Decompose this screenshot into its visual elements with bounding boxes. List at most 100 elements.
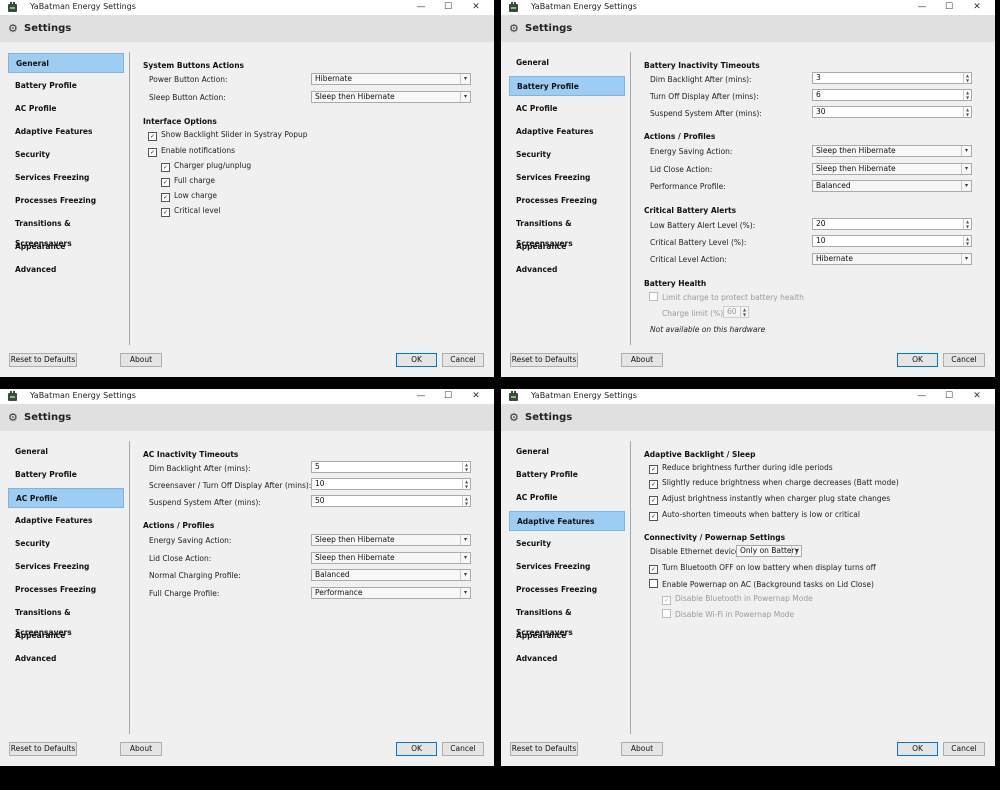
enable-notifications-checkbox[interactable]: ✓ Enable notifications bbox=[148, 146, 235, 157]
low-alert-spinbox[interactable]: 20 ▲ ▼ bbox=[812, 218, 972, 230]
reset-defaults-button[interactable]: Reset to Defaults bbox=[510, 353, 578, 367]
critical-action-select[interactable]: Hibernate ▾ bbox=[812, 253, 972, 265]
nav-item-services-freezing[interactable]: Services Freezing bbox=[8, 557, 124, 577]
maximize-button[interactable]: ☐ bbox=[934, 0, 964, 15]
auto-shorten-checkbox[interactable]: ✓ Auto-shorten timeouts when battery is l… bbox=[649, 510, 860, 521]
reset-defaults-button[interactable]: Reset to Defaults bbox=[9, 742, 77, 756]
full-charge-checkbox[interactable]: ✓ Full charge bbox=[161, 176, 215, 187]
spin-arrows-icon[interactable]: ▲ ▼ bbox=[963, 236, 971, 246]
title-bar[interactable]: YaBatman Energy Settings — ☐ ✕ bbox=[501, 389, 995, 404]
lid-close-select[interactable]: Sleep then Hibernate ▾ bbox=[311, 552, 471, 564]
nav-item-adaptive-features[interactable]: Adaptive Features bbox=[8, 122, 124, 142]
critical-level-spinbox[interactable]: 10 ▲ ▼ bbox=[812, 235, 972, 247]
nav-item-transitions-screensavers[interactable]: Transitions & Screensavers bbox=[509, 603, 625, 637]
dim-backlight-spinbox[interactable]: 3 ▲ ▼ bbox=[812, 72, 972, 84]
full-charge-profile-select[interactable]: Performance ▾ bbox=[311, 587, 471, 599]
title-bar[interactable]: YaBatman Energy Settings — ☐ ✕ bbox=[0, 389, 494, 404]
spin-arrows-icon[interactable]: ▲ ▼ bbox=[963, 107, 971, 117]
nav-item-adaptive-features[interactable]: Adaptive Features bbox=[509, 122, 625, 142]
minimize-button[interactable]: — bbox=[406, 389, 436, 404]
nav-item-ac-profile[interactable]: AC Profile bbox=[8, 99, 124, 119]
nav-item-appearance[interactable]: Appearance bbox=[509, 237, 625, 257]
screensaver-spinbox[interactable]: 10 ▲ ▼ bbox=[311, 478, 471, 490]
nav-item-security[interactable]: Security bbox=[509, 534, 625, 554]
nav-item-battery-profile[interactable]: Battery Profile bbox=[509, 465, 625, 485]
suspend-system-spinbox[interactable]: 30 ▲ ▼ bbox=[812, 106, 972, 118]
spin-arrows-icon[interactable]: ▲ ▼ bbox=[462, 496, 470, 506]
close-button[interactable]: ✕ bbox=[461, 0, 491, 15]
nav-item-transitions-screensavers[interactable]: Transitions & Screensavers bbox=[509, 214, 625, 248]
nav-item-security[interactable]: Security bbox=[8, 534, 124, 554]
ok-button[interactable]: OK bbox=[396, 353, 437, 367]
cancel-button[interactable]: Cancel bbox=[442, 353, 484, 367]
nav-item-general[interactable]: General bbox=[509, 53, 625, 73]
energy-saving-select[interactable]: Sleep then Hibernate ▾ bbox=[311, 534, 471, 546]
nav-item-advanced[interactable]: Advanced bbox=[509, 260, 625, 280]
dim-backlight-spinbox[interactable]: 5 ▲ ▼ bbox=[311, 461, 471, 473]
nav-item-battery-profile[interactable]: Battery Profile bbox=[8, 76, 124, 96]
reset-defaults-button[interactable]: Reset to Defaults bbox=[9, 353, 77, 367]
nav-item-general[interactable]: General bbox=[8, 53, 124, 73]
nav-item-transitions-screensavers[interactable]: Transitions & Screensavers bbox=[8, 214, 124, 248]
bluetooth-off-checkbox[interactable]: ✓ Turn Bluetooth OFF on low battery when … bbox=[649, 563, 876, 574]
minimize-button[interactable]: — bbox=[907, 389, 937, 404]
minimize-button[interactable]: — bbox=[907, 0, 937, 15]
sleep-button-action-select[interactable]: Sleep then Hibernate ▾ bbox=[311, 91, 471, 103]
nav-item-transitions-screensavers[interactable]: Transitions & Screensavers bbox=[8, 603, 124, 637]
reduce-idle-checkbox[interactable]: ✓ Reduce brightness further during idle p… bbox=[649, 463, 833, 474]
about-button[interactable]: About bbox=[120, 353, 162, 367]
nav-item-services-freezing[interactable]: Services Freezing bbox=[8, 168, 124, 188]
nav-item-processes-freezing[interactable]: Processes Freezing bbox=[509, 580, 625, 600]
nav-item-security[interactable]: Security bbox=[8, 145, 124, 165]
spin-arrows-icon[interactable]: ▲ ▼ bbox=[963, 90, 971, 100]
normal-charging-select[interactable]: Balanced ▾ bbox=[311, 569, 471, 581]
reduce-charge-checkbox[interactable]: ✓ Slightly reduce brightness when charge … bbox=[649, 478, 899, 489]
lid-close-select[interactable]: Sleep then Hibernate ▾ bbox=[812, 163, 972, 175]
spin-arrows-icon[interactable]: ▲ ▼ bbox=[462, 462, 470, 472]
nav-item-ac-profile[interactable]: AC Profile bbox=[509, 99, 625, 119]
nav-item-general[interactable]: General bbox=[8, 442, 124, 462]
cancel-button[interactable]: Cancel bbox=[943, 353, 985, 367]
cancel-button[interactable]: Cancel bbox=[442, 742, 484, 756]
charger-plug-checkbox[interactable]: ✓ Charger plug/unplug bbox=[161, 161, 251, 172]
about-button[interactable]: About bbox=[621, 353, 663, 367]
low-charge-checkbox[interactable]: ✓ Low charge bbox=[161, 191, 217, 202]
suspend-system-spinbox[interactable]: 50 ▲ ▼ bbox=[311, 495, 471, 507]
nav-item-ac-profile[interactable]: AC Profile bbox=[8, 488, 124, 508]
critical-level-checkbox[interactable]: ✓ Critical level bbox=[161, 206, 220, 217]
maximize-button[interactable]: ☐ bbox=[433, 389, 463, 404]
nav-item-services-freezing[interactable]: Services Freezing bbox=[509, 168, 625, 188]
nav-item-processes-freezing[interactable]: Processes Freezing bbox=[509, 191, 625, 211]
ethernet-select[interactable]: Only on Battery ▾ bbox=[736, 545, 802, 557]
nav-item-appearance[interactable]: Appearance bbox=[8, 237, 124, 257]
show-backlight-checkbox[interactable]: ✓ Show Backlight Slider in Systray Popup bbox=[148, 130, 308, 141]
maximize-button[interactable]: ☐ bbox=[934, 389, 964, 404]
spin-arrows-icon[interactable]: ▲ ▼ bbox=[963, 73, 971, 83]
nav-item-advanced[interactable]: Advanced bbox=[509, 649, 625, 669]
ok-button[interactable]: OK bbox=[897, 353, 938, 367]
nav-item-battery-profile[interactable]: Battery Profile bbox=[8, 465, 124, 485]
nav-item-security[interactable]: Security bbox=[509, 145, 625, 165]
energy-saving-select[interactable]: Sleep then Hibernate ▾ bbox=[812, 145, 972, 157]
nav-item-ac-profile[interactable]: AC Profile bbox=[509, 488, 625, 508]
nav-item-advanced[interactable]: Advanced bbox=[8, 649, 124, 669]
nav-item-processes-freezing[interactable]: Processes Freezing bbox=[8, 580, 124, 600]
reset-defaults-button[interactable]: Reset to Defaults bbox=[510, 742, 578, 756]
nav-item-battery-profile[interactable]: Battery Profile bbox=[509, 76, 625, 96]
title-bar[interactable]: YaBatman Energy Settings — ☐ ✕ bbox=[501, 0, 995, 15]
nav-item-appearance[interactable]: Appearance bbox=[8, 626, 124, 646]
nav-item-general[interactable]: General bbox=[509, 442, 625, 462]
maximize-button[interactable]: ☐ bbox=[433, 0, 463, 15]
close-button[interactable]: ✕ bbox=[461, 389, 491, 404]
spin-arrows-icon[interactable]: ▲ ▼ bbox=[963, 219, 971, 229]
performance-profile-select[interactable]: Balanced ▾ bbox=[812, 180, 972, 192]
title-bar[interactable]: YaBatman Energy Settings — ☐ ✕ bbox=[0, 0, 494, 15]
about-button[interactable]: About bbox=[621, 742, 663, 756]
adjust-instantly-checkbox[interactable]: ✓ Adjust brightness instantly when charge… bbox=[649, 494, 890, 505]
minimize-button[interactable]: — bbox=[406, 0, 436, 15]
spin-arrows-icon[interactable]: ▲ ▼ bbox=[462, 479, 470, 489]
power-button-action-select[interactable]: Hibernate ▾ bbox=[311, 73, 471, 85]
cancel-button[interactable]: Cancel bbox=[943, 742, 985, 756]
ok-button[interactable]: OK bbox=[396, 742, 437, 756]
turn-off-display-spinbox[interactable]: 6 ▲ ▼ bbox=[812, 89, 972, 101]
